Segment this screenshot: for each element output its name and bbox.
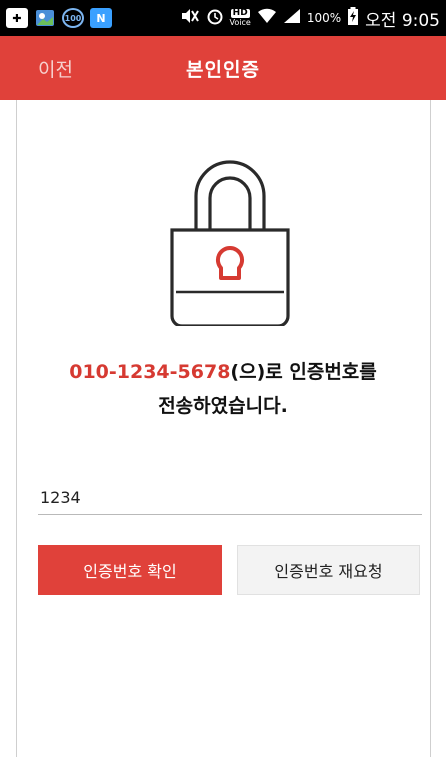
clock: 오전 9:05 [365, 10, 440, 31]
message-suffix: (으)로 인증번호를 [230, 361, 377, 383]
status-left-icons: ✚ 100 N [6, 8, 112, 28]
lock-icon [170, 158, 290, 328]
signal-icon [283, 8, 301, 28]
photo-icon [34, 8, 56, 28]
wifi-icon [257, 8, 277, 28]
alarm-icon [206, 7, 224, 29]
message-line-2: 전송하였습니다. [158, 395, 288, 417]
resend-code-button[interactable]: 인증번호 재요청 [237, 545, 420, 595]
status-bar: ✚ 100 N HD Voice 100% 오전 9:05 [0, 0, 446, 36]
hd-voice-icon: HD Voice [229, 8, 251, 28]
back-button[interactable]: 이전 [38, 55, 73, 82]
status-right-icons: HD Voice 100% 오전 9:05 [180, 6, 440, 31]
confirm-code-button[interactable]: 인증번호 확인 [38, 545, 222, 595]
battery-icon [347, 7, 359, 29]
app-bar: 이전 본인인증 [0, 36, 446, 100]
battery-percent: 100% [306, 11, 342, 25]
badge-100-icon: 100 [62, 8, 84, 28]
verification-message: 010-1234-5678(으)로 인증번호를 전송하였습니다. [16, 355, 430, 423]
phone-number: 010-1234-5678 [69, 361, 231, 383]
verification-code-input[interactable] [38, 481, 422, 515]
naver-n-icon: N [90, 8, 112, 28]
message-line-1: 010-1234-5678(으)로 인증번호를 [16, 355, 430, 389]
notification-plus-icon: ✚ [6, 8, 28, 28]
mute-icon [180, 8, 200, 28]
